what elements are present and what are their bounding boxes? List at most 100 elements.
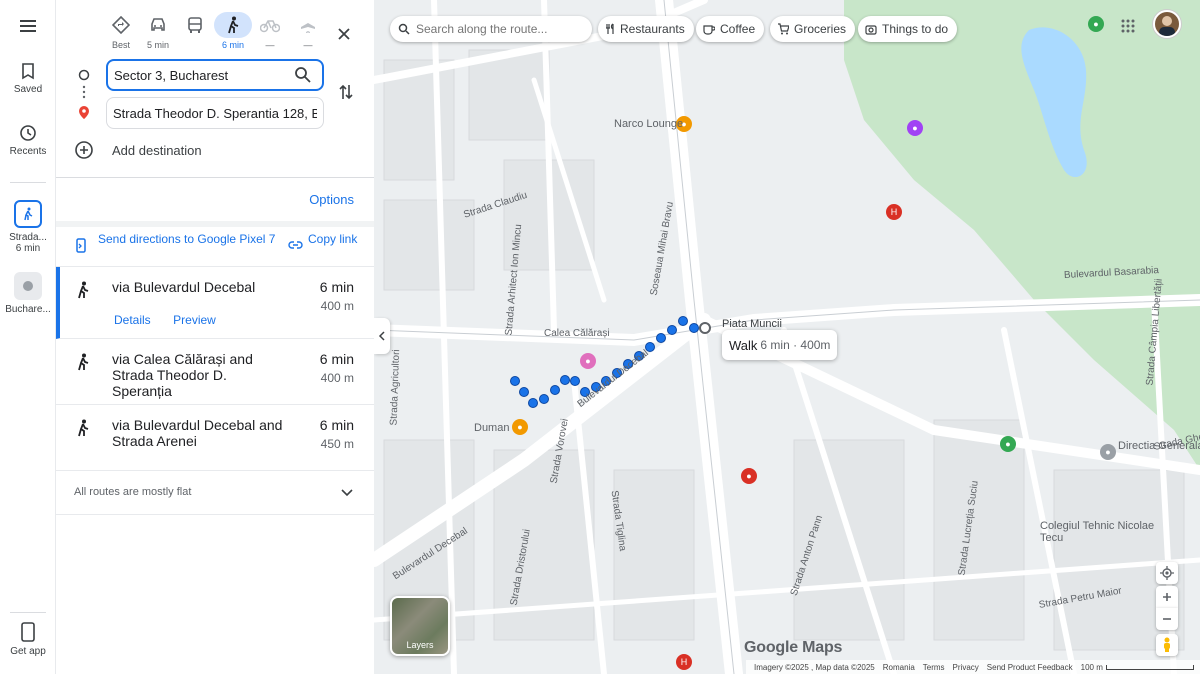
poi-label: Narco Lounge: [614, 118, 684, 130]
google-apps-button[interactable]: [1116, 14, 1140, 38]
minus-icon: [1163, 618, 1171, 620]
mode-flights-label: —: [303, 40, 313, 50]
shop-poi-icon[interactable]: ●: [580, 353, 596, 369]
route-actions: Details Preview: [106, 309, 226, 331]
copy-link-button[interactable]: Copy link: [288, 232, 358, 249]
layers-button[interactable]: Layers: [390, 596, 450, 656]
walk-icon: [78, 353, 89, 371]
saved-button[interactable]: Saved: [0, 62, 56, 95]
layers-label: Layers: [406, 640, 434, 650]
zoom-in-button[interactable]: [1156, 586, 1178, 608]
mode-cycling[interactable]: —: [251, 12, 289, 56]
hospital-poi-icon[interactable]: H: [886, 204, 902, 220]
cart-icon: [778, 23, 789, 35]
send-directions-button[interactable]: Send directions to Google Pixel 7: [76, 232, 276, 247]
saved-label: Saved: [13, 84, 43, 95]
feedback-link[interactable]: Send Product Feedback: [987, 663, 1073, 672]
hospital-poi-icon[interactable]: H: [676, 654, 692, 670]
mode-best-pill: [102, 12, 140, 38]
menu-button[interactable]: [0, 16, 56, 36]
rail-divider: [10, 612, 46, 613]
map-canvas[interactable]: Strada Claudiu Strada Arhitect Ion Mincu…: [374, 0, 1200, 674]
mode-walking[interactable]: 6 min: [214, 12, 252, 56]
hamburger-menu-icon: [20, 20, 36, 32]
mode-flights[interactable]: —: [289, 12, 327, 56]
search-along-route-box[interactable]: [390, 16, 592, 42]
google-maps-logo: Google Maps: [744, 639, 843, 656]
route-option-3[interactable]: via Bulevardul Decebal and Strada Arenei…: [56, 405, 374, 471]
scale-bar: [1105, 664, 1194, 670]
recent-item-label: Strada...: [9, 232, 47, 243]
chip-label: Coffee: [720, 22, 756, 36]
mode-transit[interactable]: [176, 12, 214, 56]
phone-icon: [21, 622, 35, 642]
route-option-2[interactable]: via Calea Călărași and Strada Theodor D.…: [56, 339, 374, 405]
scale-label[interactable]: 100 m: [1081, 663, 1103, 672]
chip-label: Things to do: [882, 22, 949, 36]
poi-label: Duman: [474, 422, 510, 434]
privacy-link[interactable]: Privacy: [953, 663, 979, 672]
route-details-button[interactable]: Details: [106, 309, 159, 331]
mode-flights-pill: [289, 12, 327, 38]
park-poi-icon[interactable]: ●: [1000, 436, 1016, 452]
chip-coffee[interactable]: Coffee: [696, 16, 765, 42]
swap-directions-button[interactable]: [334, 80, 358, 104]
walk-icon: [24, 207, 33, 221]
chip-groceries[interactable]: Groceries: [770, 16, 856, 42]
directions-diamond-icon: [112, 16, 130, 34]
park-poi-icon[interactable]: ●: [1088, 16, 1104, 32]
collapse-panel-button[interactable]: [374, 318, 390, 354]
chip-things-to-do[interactable]: Things to do: [858, 16, 958, 42]
walk-icon: [228, 16, 239, 34]
mode-driving[interactable]: 5 min: [139, 12, 177, 56]
camera-icon: [865, 24, 877, 35]
elevation-note-row[interactable]: All routes are mostly flat: [56, 471, 374, 515]
account-avatar[interactable]: [1153, 10, 1181, 38]
recent-item-sub: 6 min: [15, 243, 41, 254]
origin-input[interactable]: [106, 59, 324, 91]
chip-restaurants[interactable]: Restaurants: [598, 16, 694, 42]
restaurant-poi-icon[interactable]: ●: [741, 468, 757, 484]
mode-driving-pill: [139, 12, 177, 38]
route-dots-icon: [76, 84, 92, 100]
terms-link[interactable]: Terms: [923, 663, 945, 672]
attraction-poi-icon[interactable]: ●: [907, 120, 923, 136]
airplane-icon: [301, 17, 315, 33]
get-app-button[interactable]: Get app: [0, 622, 56, 657]
copy-link-label: Copy link: [308, 232, 358, 246]
search-along-route-input[interactable]: [416, 22, 576, 36]
route-duration: 6 min: [319, 417, 354, 433]
mode-walking-pill: [214, 12, 252, 38]
route-tooltip[interactable]: Walk 6 min · 400m: [722, 330, 838, 360]
add-circle-icon: [75, 141, 93, 159]
route-distance: 400 m: [320, 371, 354, 385]
bike-icon: [260, 20, 280, 33]
region-link[interactable]: Romania: [883, 663, 915, 672]
rail-divider: [10, 182, 46, 183]
government-poi-icon[interactable]: ●: [1100, 444, 1116, 460]
route-option-1[interactable]: via Bulevardul Decebal 6 min 400 m Detai…: [56, 267, 374, 339]
close-directions-button[interactable]: [330, 20, 358, 48]
zoom-out-button[interactable]: [1156, 608, 1178, 630]
left-rail: Saved Recents Strada... 6 min Buchare...…: [0, 0, 56, 674]
options-button[interactable]: Options: [309, 192, 354, 207]
recent-item-place[interactable]: Buchare...: [0, 272, 56, 315]
walk-icon: [78, 281, 89, 299]
add-destination-button[interactable]: Add destination: [74, 138, 202, 162]
mode-best[interactable]: Best: [102, 12, 140, 56]
mode-walking-label: 6 min: [221, 40, 244, 50]
mode-best-label: Best: [111, 40, 130, 50]
chevron-down-icon[interactable]: [340, 485, 354, 499]
route-preview-button[interactable]: Preview: [165, 309, 224, 331]
recents-button[interactable]: Recents: [0, 124, 56, 157]
location-target-icon: [1160, 566, 1174, 580]
route-duration: 6 min: [319, 279, 354, 295]
destination-input[interactable]: [106, 97, 324, 129]
my-location-button[interactable]: [1156, 562, 1178, 584]
street-view-pegman[interactable]: [1156, 634, 1178, 656]
restaurant-poi-icon[interactable]: ●: [512, 419, 528, 435]
recents-label: Recents: [9, 146, 47, 157]
recent-item-walk[interactable]: Strada... 6 min: [0, 200, 56, 254]
search-icon[interactable]: [294, 66, 312, 84]
directions-panel: Best 5 min 6 min — — Sector 3, Bucharest…: [56, 0, 374, 674]
